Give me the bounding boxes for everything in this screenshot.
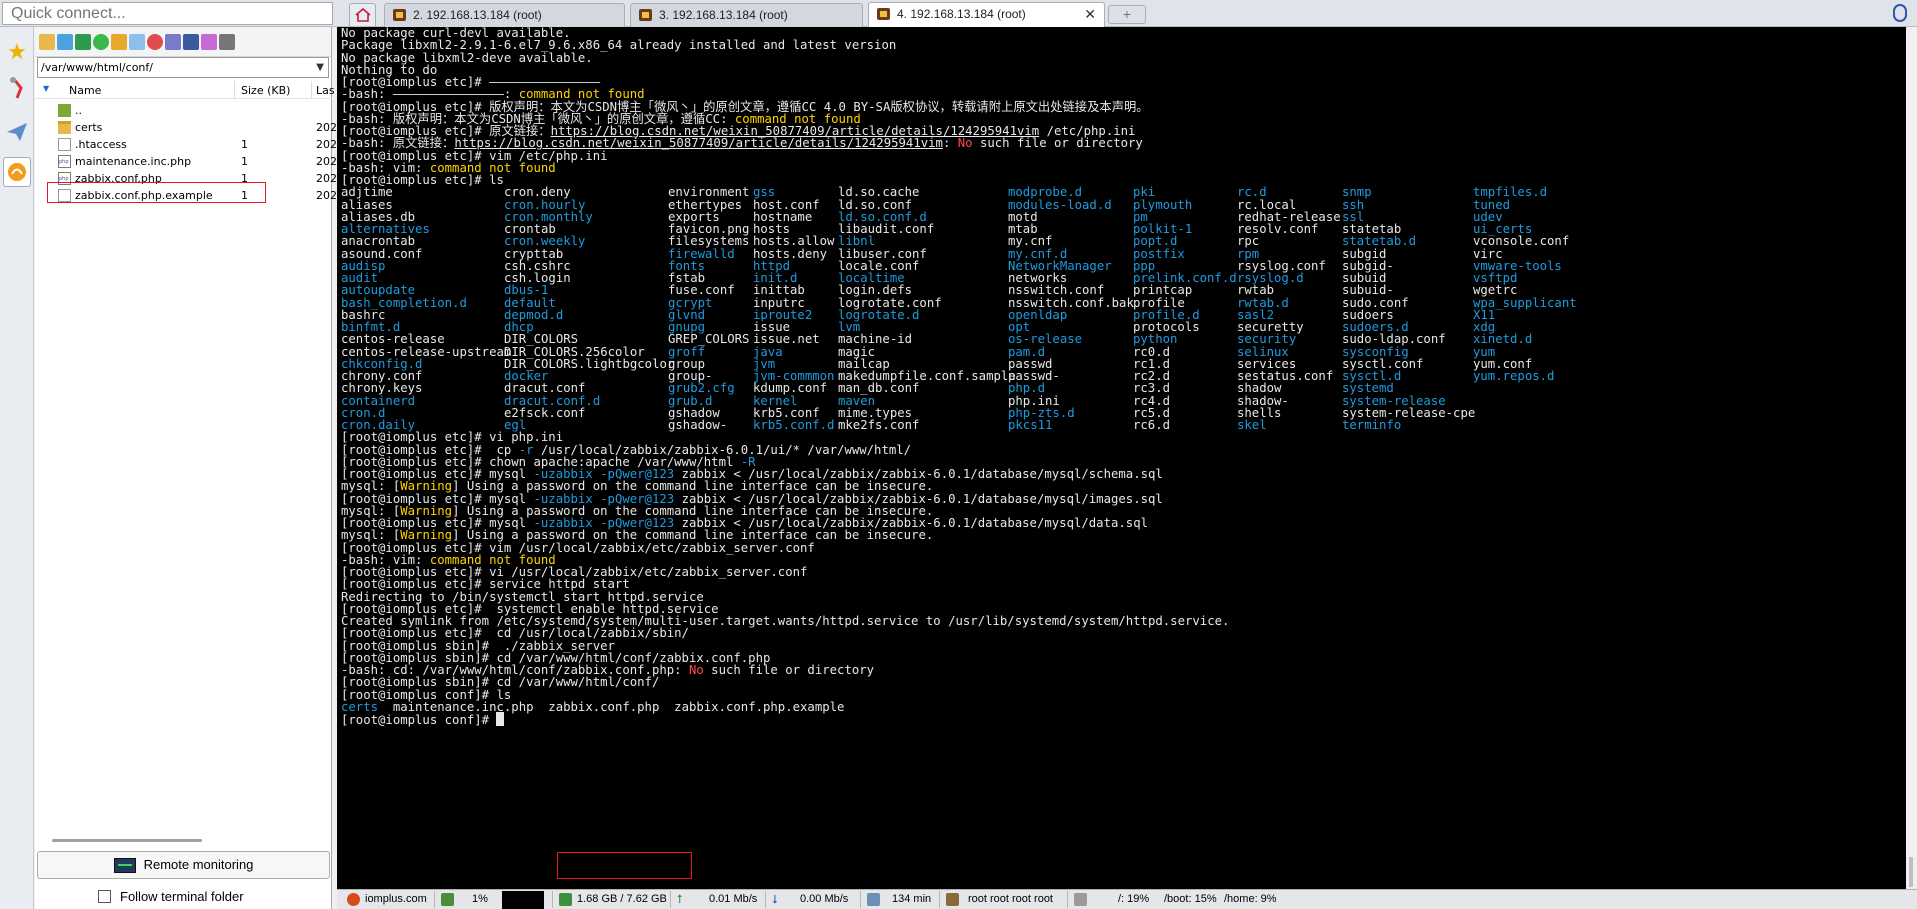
terminal-text: such file or directory	[972, 136, 1143, 151]
ls-entry: terminfo	[1342, 418, 1402, 432]
parent-folder-icon[interactable]	[39, 34, 55, 50]
send-icon[interactable]	[3, 117, 31, 147]
terminal-text: No	[957, 136, 973, 151]
quick-connect-input[interactable]	[2, 2, 333, 25]
terminal-text: :	[942, 136, 958, 151]
status-download: 0.00 Mb/s	[800, 893, 849, 905]
status-disk-boot: /boot: 15%	[1164, 893, 1217, 905]
file-row[interactable]: .htaccess 1 202	[35, 136, 337, 153]
side-toolbar: ★	[0, 27, 34, 909]
status-disk-root: /: 19%	[1118, 893, 1150, 905]
parent-dir-icon	[58, 104, 71, 117]
upload-icon[interactable]	[75, 34, 91, 50]
path-select[interactable]: /var/www/html/conf/ ▼	[37, 57, 329, 78]
cpu-icon	[441, 893, 454, 906]
terminal-text: No	[688, 663, 704, 677]
ls-entry: skel	[1237, 418, 1267, 432]
terminal-scrollbar[interactable]	[1906, 27, 1917, 889]
terminal-tab-icon	[393, 9, 406, 21]
tab-label: 4. 192.168.13.184 (root)	[897, 7, 1026, 21]
cpu-graph	[502, 891, 544, 909]
tab-session-4[interactable]: 4. 192.168.13.184 (root) ✕	[868, 2, 1105, 27]
chevron-down-icon[interactable]: ▼	[316, 58, 324, 77]
column-name[interactable]: Name	[69, 84, 101, 97]
file-row[interactable]: certs 202	[35, 119, 337, 136]
terminal-text: [root@iomplus conf]#	[341, 713, 497, 727]
home-icon	[355, 8, 371, 22]
delete-icon[interactable]	[147, 34, 163, 50]
file-row[interactable]: maintenance.inc.php 1 202	[35, 153, 337, 170]
refresh-icon[interactable]	[93, 34, 109, 50]
download-arrow-icon: ⭣	[772, 892, 778, 906]
top-bar: 2. 192.168.13.184 (root) 3. 192.168.13.1…	[0, 0, 1917, 27]
terminal-text: such file or directory	[703, 663, 875, 677]
path-value: /var/www/html/conf/	[41, 61, 153, 74]
star-icon[interactable]: ★	[3, 37, 31, 67]
status-disk-home: /home: 9%	[1224, 893, 1277, 905]
terminal-tab-icon	[877, 8, 890, 20]
upload-arrow-icon: ⭡	[677, 892, 683, 906]
file-icon	[58, 138, 71, 151]
tools-icon[interactable]	[3, 73, 31, 103]
clock-icon	[867, 893, 880, 906]
new-tab-button[interactable]: +	[1108, 5, 1146, 24]
php-file-icon	[58, 155, 71, 168]
user-icon	[946, 893, 959, 906]
file-toolbar	[35, 27, 331, 57]
monitor-icon	[114, 858, 136, 873]
folder-icon	[58, 121, 71, 134]
rename-icon[interactable]	[165, 34, 181, 50]
terminal-line: [root@iomplus conf]#	[341, 712, 505, 727]
file-row[interactable]: ..	[35, 102, 332, 119]
column-last-modified[interactable]: Las	[316, 84, 335, 97]
ls-entry: gshadow-	[668, 418, 728, 432]
tab-label: 3. 192.168.13.184 (root)	[659, 8, 788, 22]
sessions-icon[interactable]	[3, 157, 31, 187]
sort-icon: ▼	[43, 84, 50, 93]
close-tab-icon[interactable]: ✕	[1084, 3, 1096, 25]
ls-entry: mke2fs.conf	[838, 418, 920, 432]
hidden-files-icon[interactable]	[219, 34, 235, 50]
new-file-icon[interactable]	[129, 34, 145, 50]
ls-entry: yum.repos.d	[1473, 369, 1555, 383]
status-cpu: 1%	[472, 893, 488, 905]
highlight-box	[47, 182, 266, 203]
checkbox[interactable]	[98, 890, 111, 903]
terminal-output[interactable]: No package curl-devl available. Package l…	[337, 27, 1908, 889]
edit-icon[interactable]	[201, 34, 217, 50]
status-host: iomplus.com	[365, 893, 427, 905]
properties-icon[interactable]	[183, 34, 199, 50]
download-icon[interactable]	[57, 34, 73, 50]
terminal-tab-icon	[639, 9, 652, 21]
highlight-box	[557, 852, 692, 879]
cursor	[496, 712, 505, 726]
status-upload: 0.01 Mb/s	[709, 893, 758, 905]
file-list-header: ▼ Name Size (KB) Las	[35, 81, 335, 99]
ls-entry: rc6.d	[1133, 418, 1171, 432]
tab-session-2[interactable]: 2. 192.168.13.184 (root)	[384, 3, 625, 27]
disk-icon	[1074, 893, 1087, 906]
column-size[interactable]: Size (KB)	[241, 84, 290, 97]
ls-entry: pkcs11	[1008, 418, 1053, 432]
status-bar: iomplus.com 1% 1.68 GB / 7.62 GB ⭡ 0.01 …	[337, 889, 1917, 909]
status-uptime: 134 min	[892, 893, 932, 905]
ls-entry: krb5.conf.d	[753, 418, 835, 432]
host-icon	[347, 893, 360, 906]
home-tab[interactable]	[349, 3, 376, 26]
sftp-file-panel: /var/www/html/conf/ ▼ ▼ Name Size (KB) L…	[35, 27, 337, 909]
tab-session-3[interactable]: 3. 192.168.13.184 (root)	[630, 3, 863, 27]
horizontal-scrollbar[interactable]	[52, 839, 202, 842]
attach-icon[interactable]	[1893, 4, 1907, 22]
new-folder-icon[interactable]	[111, 34, 127, 50]
tab-label: 2. 192.168.13.184 (root)	[413, 8, 542, 22]
remote-monitoring-button[interactable]: Remote monitoring	[37, 851, 330, 879]
status-users: root root root root	[968, 893, 1053, 905]
status-memory: 1.68 GB / 7.62 GB	[577, 893, 667, 905]
memory-icon	[559, 893, 572, 906]
